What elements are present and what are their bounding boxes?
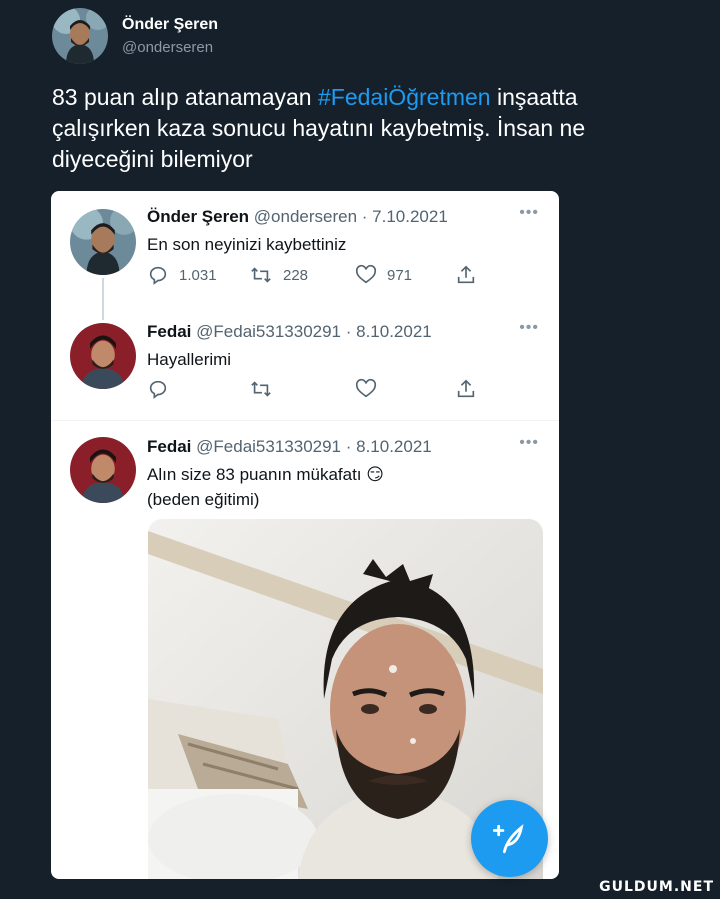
user-handle[interactable]: @onderseren [122,38,218,58]
avatar[interactable] [52,8,108,64]
tweet-text-line: (beden eğitimi) [147,490,260,509]
share-icon [457,379,475,398]
tweet-text-part: 83 puan alıp atanamayan [52,84,318,110]
tweet-text: 83 puan alıp atanamayan #FedaiÖğretmen i… [52,82,672,175]
retweet-count: 228 [283,266,309,284]
compose-icon [492,823,523,853]
like-button[interactable]: 971 [355,264,412,286]
display-name[interactable]: Önder Şeren [147,207,249,226]
share-icon [457,265,475,284]
more-options-icon[interactable]: ••• [519,434,539,452]
tweet-text: Hayallerimi [147,350,232,369]
watermark: GULDUM.NET [599,879,714,895]
like-count: 971 [387,266,413,284]
display-name[interactable]: Fedai [147,322,191,341]
more-options-icon[interactable]: ••• [519,319,539,337]
retweet-icon [251,381,271,397]
more-options-icon[interactable]: ••• [519,204,539,222]
outer-tweet-header: Önder Şeren @onderseren [52,8,218,64]
like-icon [355,378,377,398]
share-button[interactable] [455,378,477,400]
reply-button[interactable] [147,378,169,400]
share-button[interactable] [455,264,477,286]
tweet-meta: @onderseren · 7.10.2021 [253,207,448,226]
avatar[interactable] [70,209,136,275]
tweet-meta: @Fedai531330291 · 8.10.2021 [196,437,432,456]
reply-button[interactable]: 1.031 [147,264,217,286]
thread-tweet[interactable]: Önder Şeren @onderseren · 7.10.2021 ••• … [51,191,559,306]
tweet-text: En son neyinizi kaybettiniz [147,235,347,254]
hashtag-link[interactable]: #FedaiÖğretmen [318,84,491,110]
thread-tweet[interactable]: Fedai @Fedai531330291 · 8.10.2021 ••• Ha… [51,306,559,420]
tweet-text-line: Alın size 83 puanın mükafatı 😏 [147,465,384,484]
embedded-screenshot: Önder Şeren @onderseren · 7.10.2021 ••• … [51,191,559,879]
reply-icon [149,380,167,399]
reply-count: 1.031 [179,266,217,284]
retweet-button[interactable] [249,378,273,400]
avatar[interactable] [70,437,136,503]
display-name[interactable]: Fedai [147,437,191,456]
like-button[interactable] [355,378,377,400]
reply-icon [149,266,167,285]
retweet-button[interactable]: 228 [249,264,308,286]
like-icon [355,264,377,284]
retweet-icon [251,267,271,283]
tweet-text: Alın size 83 puanın mükafatı 😏 (beden eğ… [147,462,539,512]
compose-tweet-button[interactable] [471,800,548,877]
tweet-meta: @Fedai531330291 · 8.10.2021 [196,322,432,341]
display-name[interactable]: Önder Şeren [122,15,218,35]
avatar[interactable] [70,323,136,389]
